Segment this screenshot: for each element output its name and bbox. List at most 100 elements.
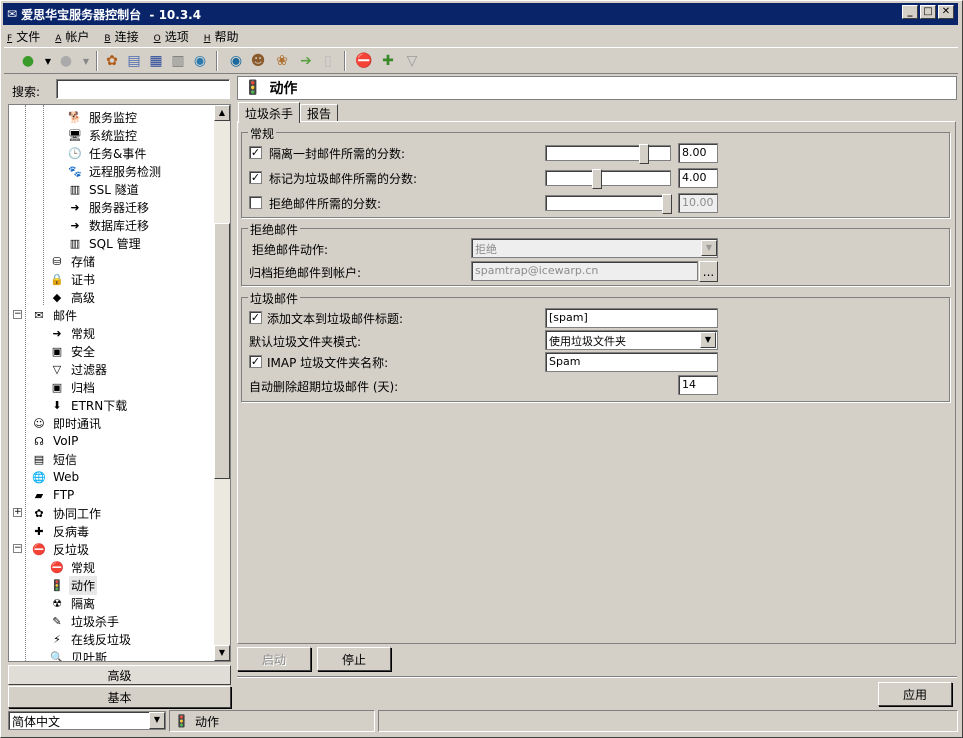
folder-mode-select[interactable]: 使用垃圾文件夹 [545,330,718,350]
tree-item[interactable]: ⛔ 反垃圾 [31,540,91,558]
language-select[interactable]: 简体中文 [8,711,166,730]
folder-mode-dropdown-icon[interactable]: ▼ [700,332,716,348]
slider-thumb[interactable] [592,169,602,189]
tree-item[interactable]: ▤ 短信 [31,450,79,468]
tree-item[interactable]: ▰ FTP [31,486,76,504]
menu-item[interactable]: H 帮助 [201,28,242,45]
slider-thumb[interactable] [639,144,649,164]
tree-item[interactable]: 🔒 证书 [49,270,97,288]
users-icon[interactable]: ✿ [102,51,122,71]
score-checkbox[interactable]: ✓ [249,146,262,159]
score-checkbox[interactable] [249,196,262,209]
tree-item[interactable]: ➜ 常规 [49,324,97,342]
tree-item[interactable]: 🌐 Web [31,468,81,486]
language-dropdown-icon[interactable]: ▼ [149,712,165,729]
minimize-button[interactable]: _ [902,5,918,19]
back-dropdown-icon[interactable]: ▼ [38,51,58,71]
tree-item[interactable]: ⛁ 存储 [49,252,97,270]
tree-item[interactable]: 🚦 动作 [49,575,98,595]
user-icon[interactable]: ☻ [248,51,268,71]
advanced-mode-button[interactable]: 高级 [8,665,231,685]
group-icon[interactable]: ❀ [272,51,292,71]
score-slider[interactable] [545,169,671,189]
tree-item[interactable]: ⛔ 常规 [49,558,97,576]
tree-item[interactable]: ⬇ ETRN下载 [49,396,129,414]
archive-account-input[interactable]: spamtrap@icewarp.cn [471,261,698,281]
tree-item[interactable]: ✚ 反病毒 [31,522,91,540]
tree-item[interactable]: ✎ 垃圾杀手 [49,612,121,630]
menu-item[interactable]: A 帐户 [52,28,92,45]
chart-icon[interactable]: ▥ [168,51,188,71]
score-input[interactable]: 4.00 [678,168,718,188]
tab-spam-killer[interactable]: 垃圾杀手 [238,102,301,123]
scroll-thumb[interactable] [214,223,230,479]
imap-folder-checkbox[interactable]: ✓ [249,355,262,368]
score-input[interactable]: 10.00 [678,193,718,213]
tree-item[interactable]: ☢ 隔离 [49,594,97,612]
score-slider[interactable] [545,194,672,214]
stop-icon[interactable]: ⛔ [354,51,374,71]
tree-item[interactable]: ☺ 即时通讯 [31,414,103,432]
forward-icon[interactable]: ● [56,51,76,71]
basic-mode-button[interactable]: 基本 [8,686,231,708]
tree-item[interactable]: ◆ 高级 [49,288,97,306]
web-icon[interactable]: ◉ [226,51,246,71]
tree-item[interactable]: ▥ SSL 隧道 [67,180,141,198]
score-slider[interactable] [545,144,671,164]
slider-thumb[interactable] [662,194,672,214]
close-button[interactable]: ✕ [938,5,954,19]
dog-icon: 🐕 [68,110,82,124]
server-icon[interactable]: ▤ [124,51,144,71]
maximize-button[interactable]: □ [920,5,936,19]
browse-account-button[interactable]: ... [699,261,718,282]
reject-action-select[interactable]: 拒绝 [471,238,718,258]
imap-folder-input[interactable]: Spam [545,352,718,372]
tree-scrollbar[interactable]: ▲ ▼ [214,105,230,661]
back-icon[interactable]: ● [18,51,38,71]
tree-item[interactable]: 🕒 任务&事件 [67,144,148,162]
tree-item[interactable]: 🖥 系统监控 [67,126,139,144]
start-button[interactable]: 启动 [237,647,311,671]
tab-report[interactable]: 报告 [300,104,339,122]
list-icon[interactable]: ▦ [146,51,166,71]
collapse-icon[interactable]: − [13,310,22,319]
score-input[interactable]: 8.00 [678,143,718,163]
stop-button[interactable]: 停止 [317,647,391,671]
tree-item[interactable]: ➜ 数据库迁移 [67,216,151,234]
tree-item-label: 在线反垃圾 [71,632,132,647]
document-icon[interactable]: ▯ [318,51,338,71]
tree-item[interactable]: ▽ 过滤器 [49,360,109,378]
tree-item[interactable]: 🔍 贝叶斯 [49,648,109,662]
add-text-checkbox[interactable]: ✓ [249,311,262,324]
scroll-down-arrow-icon[interactable]: ▼ [214,645,230,661]
tree-item[interactable]: 🐕 服务监控 [67,108,139,126]
apply-button[interactable]: 应用 [878,682,952,706]
score-checkbox[interactable]: ✓ [249,171,262,184]
collapse-icon[interactable]: − [13,544,22,553]
tree-item[interactable]: ▥ SQL 管理 [67,234,143,252]
menu-item[interactable]: B 连接 [101,28,141,45]
expand-icon[interactable]: + [13,508,22,517]
tree-item[interactable]: ▣ 归档 [49,378,97,396]
antivirus-icon[interactable]: ✚ [378,51,398,71]
reject-action-dropdown-icon[interactable]: ▼ [701,240,717,256]
tree-item[interactable]: ☊ VoIP [31,432,80,450]
title-bar[interactable]: ✉ 爱思华宝服务器控制台 - 10.3.4 [3,3,958,25]
migrate-icon: ➜ [70,200,80,214]
tree-item[interactable]: 🐾 远程服务检测 [67,162,163,180]
globe-icon[interactable]: ◉ [190,51,210,71]
forward-dropdown-icon[interactable]: ▼ [76,51,96,71]
tree-item[interactable]: ➜ 服务器迁移 [67,198,151,216]
tree-item[interactable]: ▣ 安全 [49,342,97,360]
search-input[interactable] [56,79,230,99]
menu-item[interactable]: O 选项 [151,28,192,45]
add-text-input[interactable]: [spam] [545,308,718,328]
scroll-up-arrow-icon[interactable]: ▲ [214,105,230,121]
tree-item[interactable]: ✉ 邮件 [31,306,79,324]
menu-item[interactable]: F 文件 [4,28,43,45]
tree-item[interactable]: ✿ 协同工作 [31,504,103,522]
tree-item[interactable]: ⚡ 在线反垃圾 [49,630,133,648]
forward-arrow-icon[interactable]: ➔ [296,51,316,71]
filter-icon[interactable]: ▽ [402,51,422,71]
autodelete-input[interactable]: 14 [678,375,718,395]
